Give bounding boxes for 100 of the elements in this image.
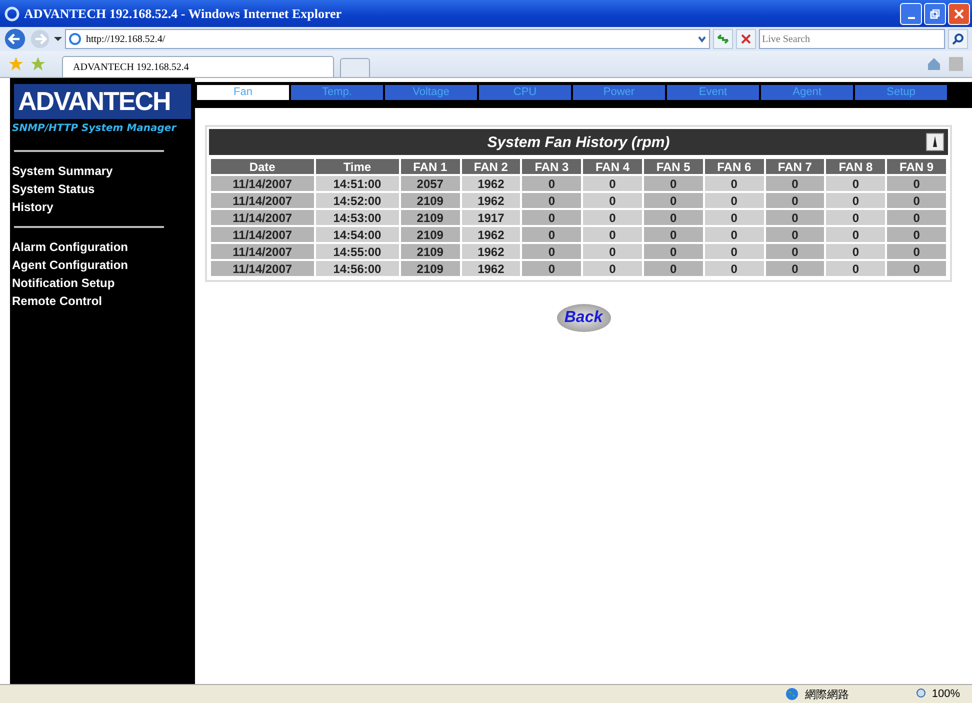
table-cell: 0 [704, 261, 764, 276]
figure-icon[interactable] [926, 133, 944, 151]
table-cell: 0 [826, 244, 886, 259]
minimize-icon [908, 16, 914, 18]
table-cell: 0 [766, 261, 824, 276]
search-button[interactable] [948, 29, 968, 49]
table-cell: 0 [522, 176, 582, 191]
table-cell: 11/14/2007 [211, 261, 314, 276]
table-cell: 11/14/2007 [211, 193, 314, 208]
table-cell: 0 [522, 244, 582, 259]
sidebar-link[interactable]: Agent Configuration [12, 258, 195, 272]
column-header: FAN 3 [522, 159, 582, 174]
close-icon [954, 8, 964, 18]
column-header: FAN 8 [826, 159, 886, 174]
table-cell: 0 [766, 244, 824, 259]
table-cell: 2109 [400, 210, 460, 225]
column-header: FAN 9 [887, 159, 946, 174]
stop-icon [739, 32, 753, 46]
table-cell: 0 [826, 227, 886, 242]
table-cell: 11/14/2007 [211, 210, 314, 225]
table-cell: 14:52:00 [316, 193, 399, 208]
sidebar-link[interactable]: System Summary [12, 164, 195, 178]
table-cell: 1962 [462, 193, 520, 208]
logo: ADVANTECH [14, 84, 191, 119]
table-cell: 0 [583, 227, 642, 242]
table-cell: 0 [522, 227, 582, 242]
sidebar-link[interactable]: System Status [12, 182, 195, 196]
table-cell: 11/14/2007 [211, 176, 314, 191]
star-icon[interactable] [8, 56, 24, 72]
table-cell: 0 [766, 176, 824, 191]
zone-label: 網際網路 [804, 688, 849, 702]
column-header: Time [316, 159, 399, 174]
zoom-control[interactable]: 100% [914, 687, 960, 701]
minimize-button[interactable] [900, 2, 922, 24]
table-cell: 0 [826, 176, 886, 191]
table-cell: 1962 [462, 244, 520, 259]
table-cell: 0 [887, 193, 946, 208]
table-cell: 1962 [462, 261, 520, 276]
column-header: FAN 4 [583, 159, 642, 174]
table-cell: 0 [583, 193, 642, 208]
sidebar-link[interactable]: Notification Setup [12, 276, 195, 290]
table-cell: 0 [887, 244, 946, 259]
table-cell: 0 [644, 244, 703, 259]
table-cell: 0 [583, 244, 642, 259]
restore-button[interactable] [924, 2, 946, 24]
close-button[interactable] [948, 2, 970, 24]
table-cell: 0 [887, 227, 946, 242]
table-cell: 14:53:00 [316, 210, 399, 225]
table-cell: 0 [583, 176, 642, 191]
table-cell: 1917 [462, 210, 520, 225]
window-title: ADVANTECH 192.168.52.4 - Windows Internet Explorer [24, 6, 342, 22]
table-cell: 0 [644, 176, 703, 191]
stop-button[interactable] [736, 29, 756, 49]
table-cell: 0 [826, 210, 886, 225]
table-cell: 0 [887, 261, 946, 276]
sidebar-link[interactable]: Remote Control [12, 294, 195, 308]
restore-icon [930, 8, 940, 18]
column-header: FAN 2 [462, 159, 520, 174]
table-cell: 0 [583, 261, 642, 276]
browser-tab[interactable]: ADVANTECH 192.168.52.4 [62, 56, 334, 77]
table-cell: 0 [766, 227, 824, 242]
table-cell: 0 [644, 227, 703, 242]
table-cell: 0 [704, 176, 764, 191]
table-cell: 11/14/2007 [211, 227, 314, 242]
sidebar-link[interactable]: History [12, 200, 195, 214]
table-cell: 0 [704, 244, 764, 259]
table-cell: 0 [887, 176, 946, 191]
table-cell: 0 [887, 210, 946, 225]
table-cell: 0 [766, 210, 824, 225]
back-button[interactable]: Back [556, 304, 610, 332]
table-cell: 14:51:00 [316, 176, 399, 191]
column-header: Date [211, 159, 314, 174]
table-cell: 2109 [400, 244, 460, 259]
table-cell: 0 [826, 261, 886, 276]
refresh-icon [716, 32, 730, 46]
table-cell: 14:55:00 [316, 244, 399, 259]
table-cell: 0 [644, 210, 703, 225]
table-cell: 1962 [462, 176, 520, 191]
column-header: FAN 7 [766, 159, 824, 174]
table-cell: 0 [522, 261, 582, 276]
table-cell: 2109 [400, 193, 460, 208]
address-field[interactable]: http://192.168.52.4/ [65, 29, 710, 49]
search-field[interactable]: Live Search [759, 29, 945, 49]
table-cell: 0 [644, 193, 703, 208]
column-header: FAN 6 [704, 159, 764, 174]
table-title: System Fan History (rpm) [487, 134, 670, 150]
table-cell: 0 [522, 193, 582, 208]
table-cell: 2057 [400, 176, 460, 191]
table-cell: 2109 [400, 261, 460, 276]
sidebar-link[interactable]: Alarm Configuration [12, 240, 195, 254]
table-cell: 0 [704, 193, 764, 208]
table-cell: 0 [704, 210, 764, 225]
search-icon [951, 32, 965, 46]
dropdown-caret-icon[interactable] [697, 34, 707, 44]
table-cell: 0 [644, 261, 703, 276]
table-cell: 11/14/2007 [211, 244, 314, 259]
table-cell: 2109 [400, 227, 460, 242]
refresh-button[interactable] [713, 29, 733, 49]
table-cell: 14:56:00 [316, 261, 399, 276]
table-cell: 0 [583, 210, 642, 225]
